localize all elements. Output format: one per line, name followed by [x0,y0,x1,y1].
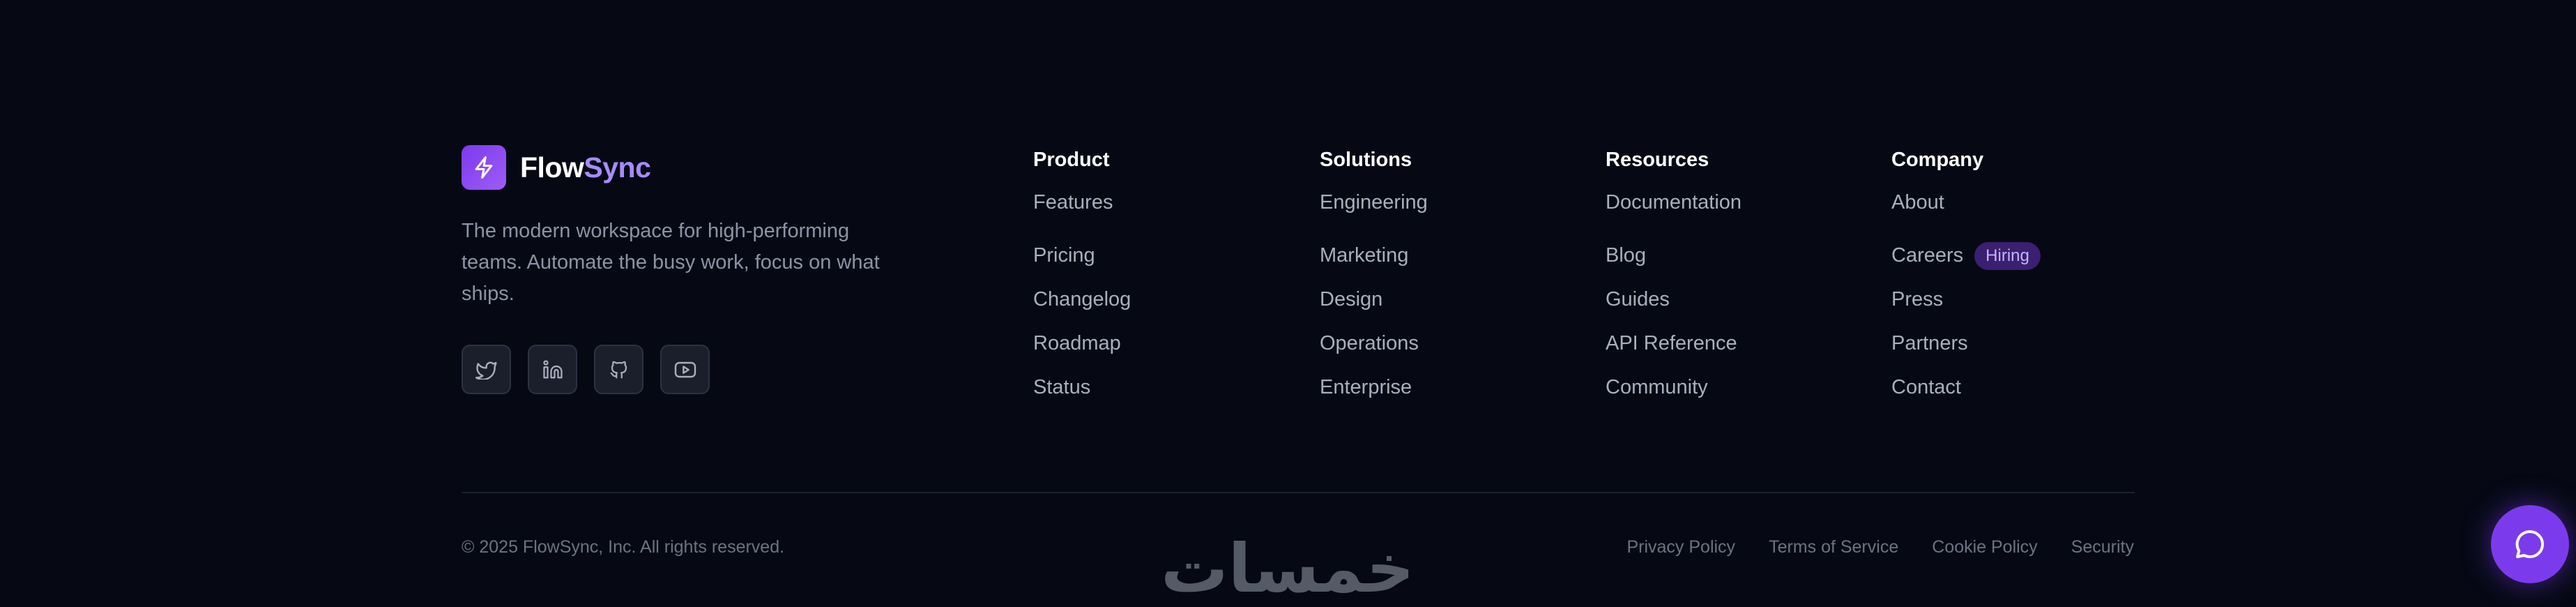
lightning-bolt-icon [462,145,506,190]
column-title: Solutions [1320,149,1412,171]
github-button[interactable] [594,345,643,394]
column-title: Product [1033,149,1110,171]
footer-link-api-reference[interactable]: API Reference [1606,332,1737,355]
youtube-icon [674,361,696,377]
logo[interactable]: FlowSync [462,144,908,190]
footer-link-about[interactable]: About [1891,191,1944,214]
hiring-badge: Hiring [1974,241,2041,270]
terms-of-service-link[interactable]: Terms of Service [1769,537,1898,557]
watermark-text: خمسات [1161,530,1415,600]
site-footer: FlowSync The modern workspace for high-p… [0,0,2576,607]
brand-tagline: The modern workspace for high-performing… [462,220,880,305]
cookie-policy-link[interactable]: Cookie Policy [1932,537,2037,557]
footer-link-status[interactable]: Status [1033,376,1090,399]
brand-name-part2: Sync [584,151,651,183]
footer-column-solutions: Solutions Engineering Marketing Design O… [1320,147,1428,410]
privacy-policy-link[interactable]: Privacy Policy [1626,537,1735,557]
footer-column-product: Product Features Pricing Changelog Roadm… [1033,147,1131,410]
brand-name: FlowSync [520,151,651,184]
footer-link-operations[interactable]: Operations [1320,332,1419,355]
linkedin-button[interactable] [528,345,577,394]
twitter-icon [475,361,497,380]
linkedin-icon [542,359,563,378]
footer-link-press[interactable]: Press [1891,288,1943,311]
footer-column-resources: Resources Documentation Blog Guides API … [1606,147,1742,410]
legal-links: Privacy Policy Terms of Service Cookie P… [1626,537,2134,557]
footer-link-marketing[interactable]: Marketing [1320,244,1408,267]
footer-link-engineering[interactable]: Engineering [1320,191,1428,214]
security-link[interactable]: Security [2071,537,2134,557]
footer-link-blog[interactable]: Blog [1606,244,1646,267]
youtube-button[interactable] [660,345,710,394]
footer-column-company: Company About Careers Hiring Press Partne… [1891,147,2041,410]
copyright-text: © 2025 FlowSync, Inc. All rights reserve… [462,537,785,557]
chat-button[interactable] [2491,505,2569,583]
footer-link-enterprise[interactable]: Enterprise [1320,376,1412,399]
brand-block: FlowSync The modern workspace for high-p… [462,144,908,394]
footer-link-roadmap[interactable]: Roadmap [1033,332,1121,355]
footer-link-partners[interactable]: Partners [1891,332,1968,355]
chat-bubble-icon [2515,530,2544,558]
watermark-logo: خمسات [1161,530,1415,600]
footer-link-guides[interactable]: Guides [1606,288,1670,311]
footer-link-design[interactable]: Design [1320,288,1382,311]
footer-link-community[interactable]: Community [1606,376,1708,399]
footer-link-pricing[interactable]: Pricing [1033,244,1095,267]
footer-link-documentation[interactable]: Documentation [1606,191,1742,214]
social-links [462,345,908,394]
brand-name-part1: Flow [520,151,584,183]
github-icon [610,361,627,378]
footer-link-contact[interactable]: Contact [1891,376,1961,399]
footer-divider [462,492,2135,493]
column-title: Company [1891,149,1984,171]
footer-link-changelog[interactable]: Changelog [1033,288,1131,311]
footer-link-careers[interactable]: Careers [1891,244,1963,267]
column-title: Resources [1606,149,1709,171]
twitter-button[interactable] [462,345,511,394]
footer-link-features[interactable]: Features [1033,191,1113,214]
